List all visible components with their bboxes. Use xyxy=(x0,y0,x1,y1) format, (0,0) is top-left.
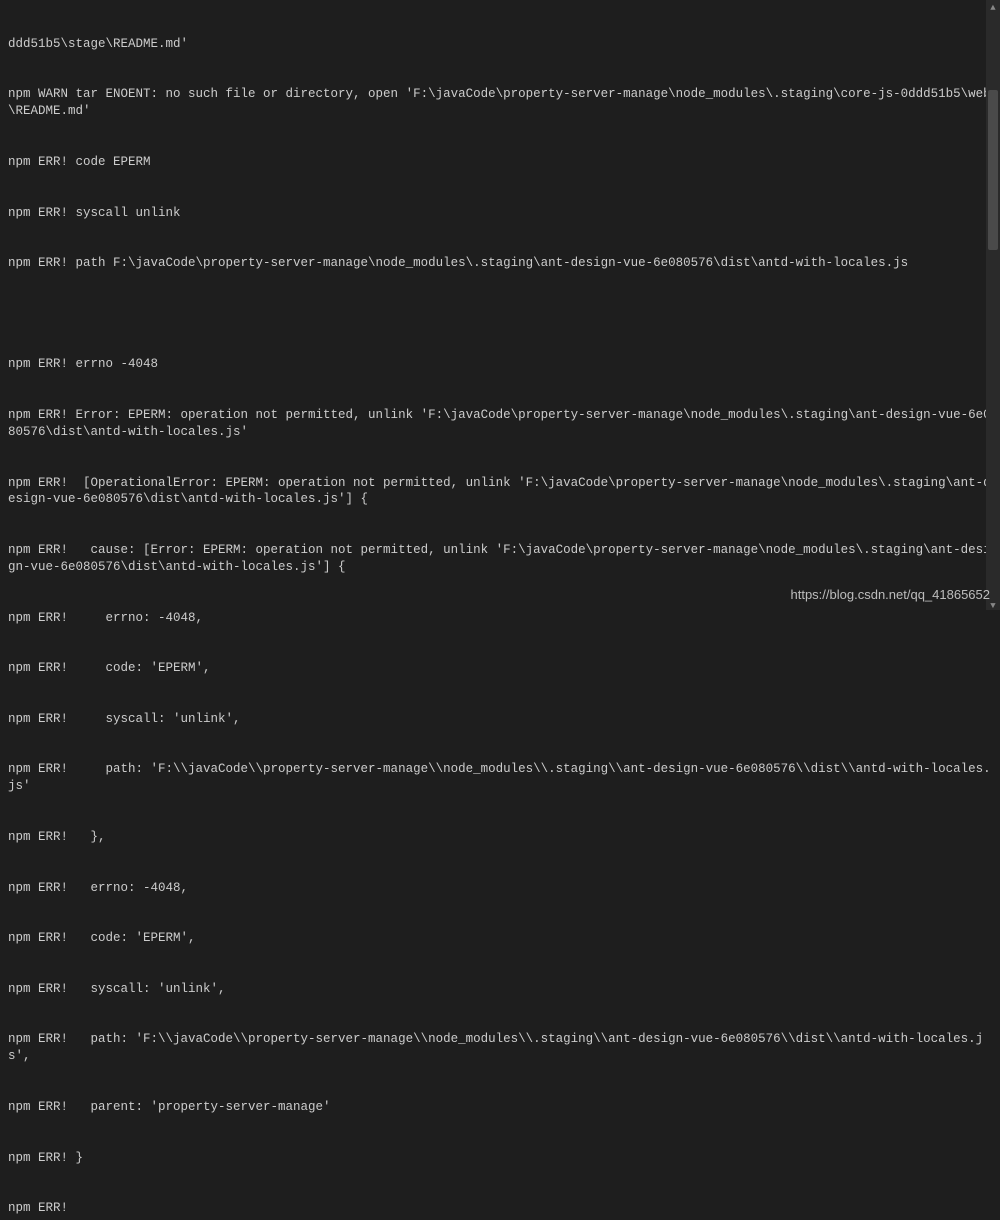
scroll-arrow-down-icon[interactable]: ▼ xyxy=(989,600,997,608)
terminal-line: npm WARN tar ENOENT: no such file or dir… xyxy=(8,86,992,120)
terminal-line: npm ERR! }, xyxy=(8,829,992,846)
terminal-line: npm ERR! parent: 'property-server-manage… xyxy=(8,1099,992,1116)
terminal-line: npm ERR! xyxy=(8,1200,992,1217)
terminal-line: npm ERR! path: 'F:\\javaCode\\property-s… xyxy=(8,1031,992,1065)
scrollbar[interactable]: ▲ ▼ xyxy=(986,0,1000,610)
terminal-line: npm ERR! code: 'EPERM', xyxy=(8,660,992,677)
terminal-line: npm ERR! code EPERM xyxy=(8,154,992,171)
watermark-text: https://blog.csdn.net/qq_41865652 xyxy=(791,586,991,604)
scroll-arrow-up-icon[interactable]: ▲ xyxy=(989,2,997,10)
terminal-line: ddd51b5\stage\README.md' xyxy=(8,36,992,53)
scrollbar-thumb[interactable] xyxy=(988,90,998,250)
terminal-line: npm ERR! cause: [Error: EPERM: operation… xyxy=(8,542,992,576)
terminal-line: npm ERR! syscall unlink xyxy=(8,205,992,222)
terminal-line: npm ERR! errno -4048 xyxy=(8,356,992,373)
terminal-line: npm ERR! path F:\javaCode\property-serve… xyxy=(8,255,992,272)
terminal-output: ddd51b5\stage\README.md' npm WARN tar EN… xyxy=(8,2,992,1220)
terminal-line: npm ERR! syscall: 'unlink', xyxy=(8,711,992,728)
terminal-line: npm ERR! } xyxy=(8,1150,992,1167)
terminal-line: npm ERR! errno: -4048, xyxy=(8,880,992,897)
terminal-line: npm ERR! [OperationalError: EPERM: opera… xyxy=(8,475,992,509)
terminal-line: npm ERR! errno: -4048, xyxy=(8,610,992,627)
terminal-line: npm ERR! Error: EPERM: operation not per… xyxy=(8,407,992,441)
terminal-line: npm ERR! syscall: 'unlink', xyxy=(8,981,992,998)
terminal-line: npm ERR! code: 'EPERM', xyxy=(8,930,992,947)
terminal-line xyxy=(8,306,992,323)
terminal-line: npm ERR! path: 'F:\\javaCode\\property-s… xyxy=(8,761,992,795)
